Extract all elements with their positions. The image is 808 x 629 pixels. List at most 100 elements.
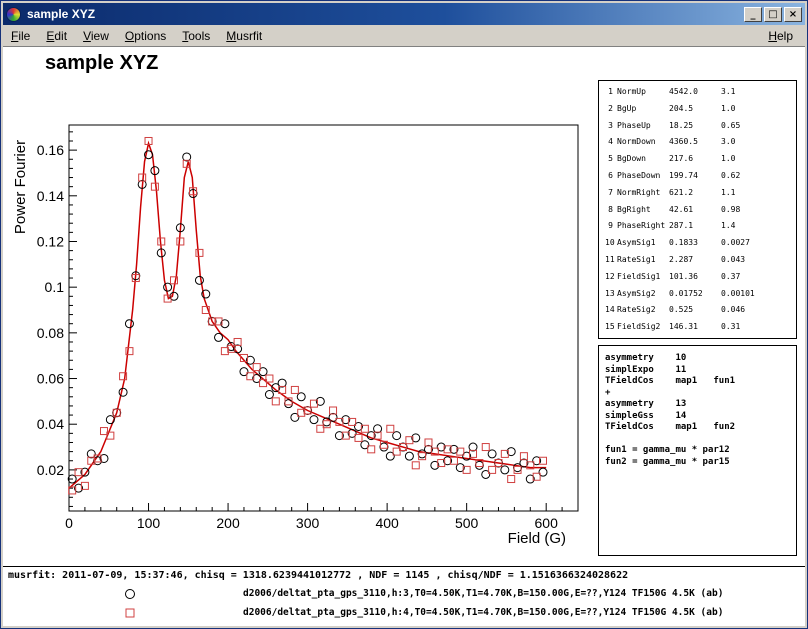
param-idx: 8 bbox=[605, 202, 617, 219]
param-pval: 4542.0 bbox=[669, 84, 721, 101]
menu-help-item[interactable]: Help bbox=[768, 29, 793, 43]
data-point-square bbox=[514, 466, 521, 473]
x-axis-title: Field (G) bbox=[508, 530, 566, 547]
theory-line: TFieldCos map1 fun2 bbox=[605, 422, 790, 434]
data-point-square bbox=[508, 476, 515, 483]
menu-tools[interactable]: Tools bbox=[174, 26, 218, 46]
param-pname: NormUp bbox=[617, 84, 669, 101]
param-row: 10AsymSig10.18330.0027 bbox=[605, 235, 796, 252]
data-point-circle bbox=[297, 393, 305, 401]
param-pval: 18.25 bbox=[669, 118, 721, 135]
menu-view[interactable]: View bbox=[75, 26, 117, 46]
menu-file[interactable]: File bbox=[3, 26, 38, 46]
param-perr: 1.1 bbox=[721, 185, 796, 202]
param-perr: 0.00101 bbox=[721, 286, 796, 303]
menu-edit[interactable]: Edit bbox=[38, 26, 75, 46]
x-tick-label: 200 bbox=[216, 515, 240, 531]
param-idx: 12 bbox=[605, 269, 617, 286]
menu-help[interactable]: Help bbox=[756, 26, 805, 46]
param-pval: 4360.5 bbox=[669, 134, 721, 151]
theory-line: fun2 = gamma_mu * par15 bbox=[605, 457, 790, 469]
param-row: 4NormDown4360.53.0 bbox=[605, 134, 796, 151]
data-point-square bbox=[272, 398, 279, 405]
param-pval: 204.5 bbox=[669, 101, 721, 118]
square-marker-icon bbox=[121, 604, 139, 622]
param-idx: 7 bbox=[605, 185, 617, 202]
legend-label: d2006/deltat_pta_gps_3110,h:4,T0=4.50K,T… bbox=[243, 607, 723, 618]
y-tick-label: 0.12 bbox=[37, 233, 64, 249]
theory-line: simpleGss 14 bbox=[605, 411, 790, 423]
param-pname: NormDown bbox=[617, 134, 669, 151]
param-pval: 146.31 bbox=[669, 319, 721, 336]
legend-row: d2006/deltat_pta_gps_3110,h:4,T0=4.50K,T… bbox=[121, 603, 723, 622]
y-tick-label: 0.1 bbox=[45, 279, 65, 295]
plot-canvas: sample XYZ 01002003004005006000.020.040.… bbox=[3, 47, 805, 626]
param-pval: 42.61 bbox=[669, 202, 721, 219]
param-row: 2BgUp204.51.0 bbox=[605, 101, 796, 118]
param-perr: 0.046 bbox=[721, 302, 796, 319]
title-bar[interactable]: sample XYZ _□× bbox=[3, 3, 805, 25]
param-idx: 4 bbox=[605, 134, 617, 151]
plot-area[interactable]: 01002003004005006000.020.040.060.080.10.… bbox=[3, 97, 603, 567]
data-point-square bbox=[387, 425, 394, 432]
minimize-button[interactable]: _ bbox=[744, 7, 762, 22]
close-button[interactable]: × bbox=[784, 7, 802, 22]
theory-line: asymmetry 13 bbox=[605, 399, 790, 411]
param-pval: 621.2 bbox=[669, 185, 721, 202]
legend: d2006/deltat_pta_gps_3110,h:3,T0=4.50K,T… bbox=[121, 584, 723, 622]
data-point-circle bbox=[405, 452, 413, 460]
data-point-circle bbox=[285, 400, 293, 408]
y-tick-label: 0.16 bbox=[37, 142, 64, 158]
theory-line: TFieldCos map1 fun1 bbox=[605, 376, 790, 388]
data-point-circle bbox=[265, 391, 273, 399]
param-idx: 10 bbox=[605, 235, 617, 252]
footer-divider bbox=[3, 566, 805, 567]
data-point-circle bbox=[215, 333, 223, 341]
param-pval: 101.36 bbox=[669, 269, 721, 286]
data-point-circle bbox=[195, 276, 203, 284]
data-point-square bbox=[151, 183, 158, 190]
fit-stats-line: musrfit: 2011-07-09, 15:37:46, chisq = 1… bbox=[8, 570, 628, 581]
menu-musrfit[interactable]: Musrfit bbox=[218, 26, 270, 46]
param-pname: NormRight bbox=[617, 185, 669, 202]
param-row: 8BgRight42.610.98 bbox=[605, 202, 796, 219]
param-row: 11RateSig12.2870.043 bbox=[605, 252, 796, 269]
x-tick-label: 500 bbox=[455, 515, 479, 531]
param-row: 14RateSig20.5250.046 bbox=[605, 302, 796, 319]
param-perr: 3.1 bbox=[721, 84, 796, 101]
x-tick-label: 300 bbox=[296, 515, 320, 531]
theory-box: asymmetry 10simplExpo 11TFieldCos map1 f… bbox=[598, 345, 797, 556]
data-point-circle bbox=[125, 320, 133, 328]
param-perr: 0.98 bbox=[721, 202, 796, 219]
param-perr: 1.4 bbox=[721, 218, 796, 235]
param-pname: PhaseUp bbox=[617, 118, 669, 135]
menu-options[interactable]: Options bbox=[117, 26, 174, 46]
data-point-circle bbox=[310, 416, 318, 424]
theory-line: simplExpo 11 bbox=[605, 365, 790, 377]
y-tick-label: 0.02 bbox=[37, 462, 64, 478]
param-perr: 1.0 bbox=[721, 151, 796, 168]
param-idx: 3 bbox=[605, 118, 617, 135]
param-pname: PhaseDown bbox=[617, 168, 669, 185]
param-idx: 6 bbox=[605, 168, 617, 185]
param-idx: 5 bbox=[605, 151, 617, 168]
param-row: 13AsymSig20.017520.00101 bbox=[605, 286, 796, 303]
param-row: 15FieldSig2146.310.31 bbox=[605, 319, 796, 336]
app-icon[interactable] bbox=[6, 7, 21, 22]
y-tick-label: 0.08 bbox=[37, 325, 64, 341]
param-pname: AsymSig2 bbox=[617, 286, 669, 303]
menu-items: FileEditViewOptionsToolsMusrfit bbox=[3, 26, 270, 46]
theory-line: + bbox=[605, 388, 790, 400]
window-title: sample XYZ bbox=[27, 7, 742, 21]
param-pval: 287.1 bbox=[669, 218, 721, 235]
x-tick-label: 100 bbox=[137, 515, 161, 531]
data-point-circle bbox=[119, 388, 127, 396]
param-pval: 0.525 bbox=[669, 302, 721, 319]
legend-label: d2006/deltat_pta_gps_3110,h:3,T0=4.50K,T… bbox=[243, 588, 723, 599]
x-tick-label: 400 bbox=[375, 515, 399, 531]
param-perr: 0.62 bbox=[721, 168, 796, 185]
param-pval: 199.74 bbox=[669, 168, 721, 185]
y-tick-label: 0.04 bbox=[37, 416, 64, 432]
maximize-button[interactable]: □ bbox=[764, 7, 782, 22]
param-idx: 13 bbox=[605, 286, 617, 303]
